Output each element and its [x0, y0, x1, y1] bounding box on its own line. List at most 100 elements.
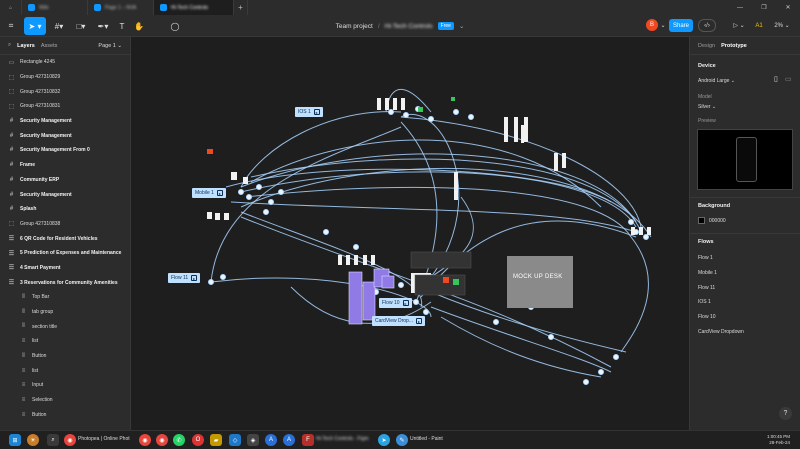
help-button[interactable]: ? — [779, 407, 792, 420]
background-hex[interactable]: 000000 — [709, 218, 726, 224]
color-swatch[interactable] — [698, 217, 705, 224]
vscode-icon[interactable]: ◇ — [229, 434, 241, 446]
search-icon[interactable]: ⌕ — [8, 42, 11, 49]
layer-item[interactable]: # Security Management — [0, 114, 130, 129]
layer-item[interactable]: ⬚ Group 427310838 — [0, 217, 130, 232]
main-menu-icon[interactable]: ⌗ — [4, 17, 18, 35]
layer-item[interactable]: ▭ Rectangle 4245 — [0, 55, 130, 70]
file-name[interactable]: Hi-Tech Controls — [385, 23, 433, 30]
figma-window-label[interactable]: Hi-Tech Controls - Figm — [316, 436, 369, 442]
chevron-down-icon[interactable]: ⌄ — [459, 22, 464, 30]
portrait-icon[interactable]: ▯ — [774, 75, 778, 83]
layer-item[interactable]: ⬚ Group 427310829 — [0, 70, 130, 85]
tab-layers[interactable]: Layers — [17, 43, 35, 49]
background-color-field[interactable]: 000000 — [698, 217, 726, 224]
device-select[interactable]: Android Large ⌄ — [698, 78, 735, 84]
flow-start-cardview-dropdown[interactable]: CardView Drop... ▸ — [372, 316, 425, 326]
flow-item[interactable]: Flow 1 — [698, 255, 713, 261]
layer-item[interactable]: # Security Management — [0, 128, 130, 143]
move-tool-icon[interactable]: ➤ ▾ — [24, 17, 46, 35]
flow-start-ios-1[interactable]: IOS 1 ▸ — [295, 107, 323, 117]
browser-tab-1[interactable]: Wiki — [22, 0, 88, 15]
layer-item[interactable]: ⬚ Group 427310831 — [0, 99, 130, 114]
app-icon[interactable]: A — [283, 434, 295, 446]
browser-tab-2[interactable]: Page 1 – NVA — [88, 0, 154, 15]
layer-list: ▭ Rectangle 4245 ⬚ Group 427310829 ⬚ Group 42… — [0, 55, 130, 422]
chevron-down-icon[interactable]: ⌄ — [659, 19, 667, 32]
dev-mode-toggle[interactable]: ‹/› — [698, 19, 716, 32]
search-icon[interactable]: ⌕ — [47, 434, 59, 446]
flow-item[interactable]: Flow 10 — [698, 314, 716, 320]
chrome-icon[interactable]: ◉ — [156, 434, 168, 446]
flow-item[interactable]: Mobile 1 — [698, 270, 717, 276]
layer-item[interactable]: ⫴ Button — [0, 349, 130, 364]
photopea-window-label[interactable]: Photopea | Online Phot — [78, 436, 130, 442]
layer-item[interactable]: ☰ 3 Reservations for Community Amenities — [0, 275, 130, 290]
present-icon[interactable]: ▷ ⌄ — [731, 19, 747, 32]
ai-label[interactable]: A1 — [753, 19, 765, 32]
paint-window-label[interactable]: Untitled - Paint — [410, 436, 443, 442]
layer-item[interactable]: ≡ Button — [0, 408, 130, 423]
tab-design[interactable]: Design — [698, 43, 715, 49]
new-tab-button[interactable]: + — [234, 0, 248, 15]
flow-start-flow-10[interactable]: Flow 10 ▸ — [379, 298, 412, 308]
landscape-icon[interactable]: ▭ — [785, 75, 792, 83]
layer-item[interactable]: ☰ 4 Smart Payment — [0, 261, 130, 276]
model-select[interactable]: Silver ⌄ — [698, 104, 716, 110]
layer-item[interactable]: ☰ 6 QR Code for Resident Vehicles — [0, 231, 130, 246]
pen-tool-icon[interactable]: ✒▾ — [94, 17, 112, 35]
layer-item[interactable]: ⫴ section title — [0, 319, 130, 334]
layer-item[interactable]: ≡ list — [0, 334, 130, 349]
layer-item[interactable]: ≡ list — [0, 363, 130, 378]
layer-item[interactable]: # Security Management — [0, 187, 130, 202]
play-icon: ▸ — [402, 300, 409, 306]
whatsapp-icon[interactable]: ✆ — [173, 434, 185, 446]
maximize-icon[interactable]: ❐ — [752, 0, 776, 15]
layer-item[interactable]: # Splash — [0, 202, 130, 217]
flow-item[interactable]: Flow 11 — [698, 285, 715, 291]
close-icon[interactable]: ✕ — [776, 0, 800, 15]
layer-item[interactable]: ☰ 5 Prediction of Expenses and Maintenanc… — [0, 246, 130, 261]
hand-tool-icon[interactable]: ✋ — [132, 17, 146, 35]
project-name[interactable]: Team project — [336, 23, 373, 30]
layer-item[interactable]: # Frame — [0, 158, 130, 173]
mockup-desk-frame[interactable]: MOCK UP DESK — [507, 256, 573, 308]
layer-item[interactable]: ≡ Selection — [0, 393, 130, 408]
system-clock[interactable]: 1:00:45 PM 28-Feb-24 — [734, 434, 790, 446]
comment-tool-icon[interactable]: ◯ — [168, 17, 182, 35]
chrome-icon[interactable]: ◉ — [64, 434, 76, 446]
frame-tool-icon[interactable]: #▾ — [50, 17, 68, 35]
share-button[interactable]: Share — [669, 19, 693, 32]
browser-tab-3[interactable]: Hi-Tech Controls — [154, 0, 234, 15]
page-selector[interactable]: Page 1 ⌄ — [98, 43, 122, 49]
layer-item[interactable]: ⫴ tab group — [0, 305, 130, 320]
layer-item[interactable]: # Community ERP — [0, 173, 130, 188]
zoom-level[interactable]: 2% ⌄ — [772, 19, 792, 32]
tab-prototype[interactable]: Prototype — [721, 43, 747, 49]
opera-icon[interactable]: O — [192, 434, 204, 446]
layer-item[interactable]: ⬚ Group 427310832 — [0, 84, 130, 99]
telegram-icon[interactable]: ➤ — [378, 434, 390, 446]
flow-item[interactable]: IOS 1 — [698, 299, 711, 305]
chrome-icon[interactable]: ◉ — [139, 434, 151, 446]
shape-tool-icon[interactable]: □▾ — [72, 17, 90, 35]
layer-item[interactable]: # Security Management From 0 — [0, 143, 130, 158]
layer-item[interactable]: ⫴ Top Bar — [0, 290, 130, 305]
unity-icon[interactable]: ◈ — [247, 434, 259, 446]
flow-start-mobile-1[interactable]: Mobile 1 ▸ — [192, 188, 226, 198]
design-canvas[interactable]: MOCK UP DESK IOS 1 ▸ Mobile 1 ▸ Flow 11 ▸ F… — [131, 37, 689, 430]
flow-start-flow-11[interactable]: Flow 11 ▸ — [168, 273, 201, 283]
minimize-icon[interactable]: — — [728, 0, 752, 15]
home-tab[interactable]: ⌂ — [0, 0, 22, 15]
windows-start-icon[interactable]: ⊞ — [9, 434, 21, 446]
avatar[interactable]: B — [646, 19, 658, 31]
text-tool-icon[interactable]: T — [116, 17, 128, 35]
app-icon[interactable]: ▰ — [210, 434, 222, 446]
figma-app-icon[interactable]: F — [302, 434, 314, 446]
widgets-icon[interactable]: ☀ — [27, 434, 39, 446]
app-icon[interactable]: A — [265, 434, 277, 446]
paint-icon[interactable]: ✎ — [396, 434, 408, 446]
flow-item[interactable]: CardView Dropdown — [698, 329, 744, 335]
tab-assets[interactable]: Assets — [41, 43, 58, 49]
layer-item[interactable]: ≡ Input — [0, 378, 130, 393]
